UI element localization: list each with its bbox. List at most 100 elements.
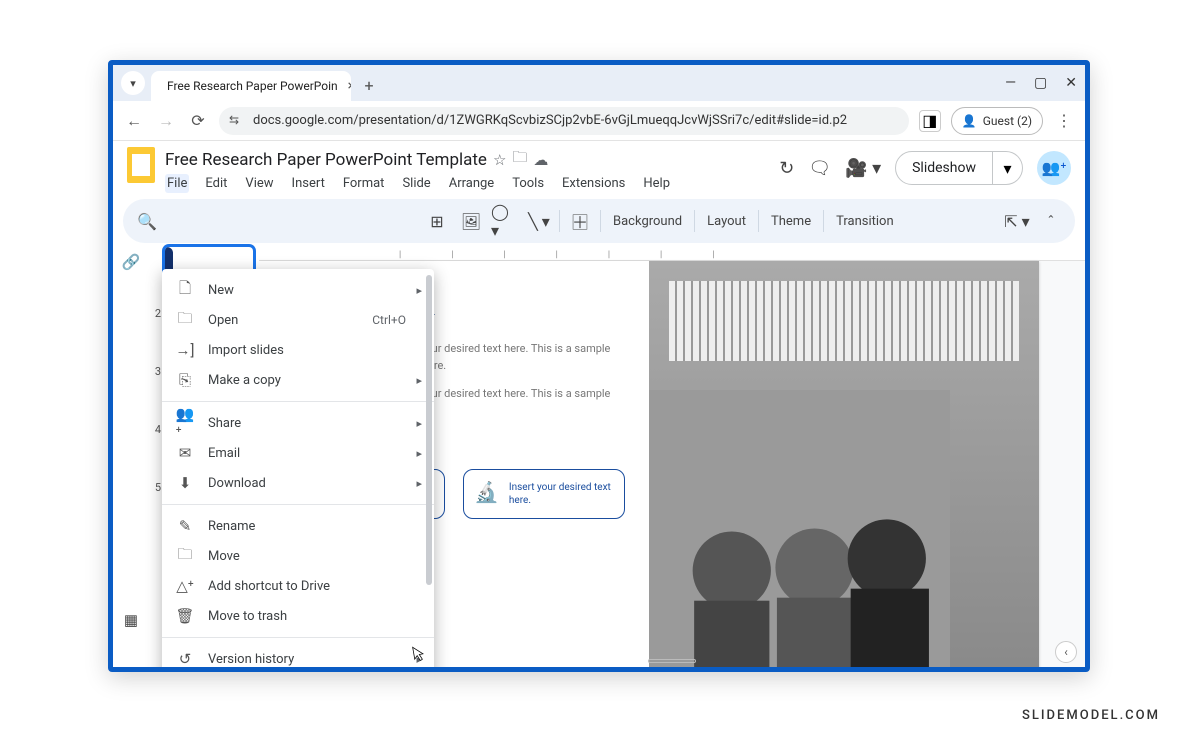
chrome-address-bar: ← → ⟳ ⇆ docs.google.com/presentation/d/1… bbox=[113, 101, 1085, 141]
star-icon[interactable]: ☆ bbox=[493, 151, 506, 169]
browser-tab[interactable]: Free Research Paper PowerPoin × bbox=[151, 71, 351, 101]
move-icon: 🗀 bbox=[176, 544, 194, 569]
chrome-menu-icon[interactable]: ⋮ bbox=[1053, 111, 1075, 130]
explore-button[interactable]: ‹ bbox=[1055, 641, 1077, 663]
shape-icon[interactable]: ◯ ▾ bbox=[491, 207, 519, 235]
slideshow-button[interactable]: Slideshow bbox=[895, 151, 993, 185]
watermark: SLIDEMODEL.COM bbox=[1022, 708, 1160, 723]
document-title[interactable]: Free Research Paper PowerPoint Template bbox=[165, 150, 487, 170]
google-slides-logo-icon[interactable] bbox=[127, 147, 155, 183]
slide-image-placeholder[interactable] bbox=[649, 261, 1039, 667]
share-icon: 👥⁺ bbox=[176, 405, 194, 441]
menu-item-import-slides[interactable]: →]Import slides bbox=[162, 335, 434, 365]
link-icon[interactable]: 🔗 bbox=[122, 253, 141, 271]
menu-edit[interactable]: Edit bbox=[203, 174, 229, 193]
site-info-icon[interactable]: ⇆ bbox=[229, 113, 245, 129]
editor-body: 🔗 ▦ 2 3 4 5 ||||||| Introduction This is… bbox=[113, 243, 1085, 667]
pointer-mode-icon[interactable]: ⇱ ▾ bbox=[1003, 207, 1031, 235]
menu-view[interactable]: View bbox=[243, 174, 275, 193]
menu-item-download[interactable]: ⬇Download▸ bbox=[162, 468, 434, 498]
new-tab-button[interactable]: + bbox=[357, 73, 381, 97]
tab-search-button[interactable]: ▾ bbox=[121, 71, 145, 95]
window-controls: — ▢ ✕ bbox=[1005, 65, 1077, 101]
menu-file[interactable]: File bbox=[165, 174, 189, 193]
menu-item-make-a-copy[interactable]: ⎘Make a copy▸ bbox=[162, 365, 434, 395]
menubar: File Edit View Insert Format Slide Arran… bbox=[165, 174, 769, 193]
menu-item-move[interactable]: 🗀Move bbox=[162, 541, 434, 571]
menu-item-share[interactable]: 👥⁺Share▸ bbox=[162, 408, 434, 438]
hide-menus-icon[interactable]: ˆ bbox=[1037, 207, 1065, 235]
insert-image-icon[interactable]: 🖼 bbox=[457, 207, 485, 235]
tab-close-icon[interactable]: × bbox=[348, 78, 351, 94]
drive-shortcut-icon: △⁺ bbox=[176, 577, 194, 595]
theme-button[interactable]: Theme bbox=[765, 214, 817, 229]
email-icon: ✉ bbox=[176, 444, 194, 462]
menu-item-email[interactable]: ✉Email▸ bbox=[162, 438, 434, 468]
download-icon: ⬇ bbox=[176, 474, 194, 492]
chevron-right-icon: ▸ bbox=[416, 374, 422, 387]
chevron-right-icon: ▸ bbox=[416, 284, 422, 297]
chrome-tabs-bar: ▾ Free Research Paper PowerPoin × + — ▢ … bbox=[113, 65, 1085, 101]
person-icon: 👤 bbox=[962, 114, 977, 128]
insert-comment-icon[interactable]: ＋⃞ bbox=[566, 207, 594, 235]
textbox-icon[interactable]: ⊞ bbox=[423, 207, 451, 235]
menu-item-add-shortcut[interactable]: △⁺Add shortcut to Drive bbox=[162, 571, 434, 601]
slideshow-dropdown[interactable]: ▾ bbox=[993, 151, 1023, 185]
url-input[interactable]: ⇆ docs.google.com/presentation/d/1ZWGRKq… bbox=[219, 107, 909, 135]
forward-icon[interactable]: → bbox=[155, 111, 177, 131]
callout-box[interactable]: 🔬 Insert your desired text here. bbox=[463, 469, 625, 519]
history-icon[interactable]: ↻ bbox=[779, 158, 794, 179]
minimize-icon[interactable]: — bbox=[1005, 75, 1016, 91]
menu-format[interactable]: Format bbox=[341, 174, 387, 193]
background-button[interactable]: Background bbox=[607, 214, 688, 229]
menu-item-move-to-trash[interactable]: 🗑Move to trash bbox=[162, 601, 434, 631]
layout-button[interactable]: Layout bbox=[701, 214, 752, 229]
horizontal-ruler: ||||||| bbox=[259, 243, 1085, 261]
comments-icon[interactable]: 🗨 bbox=[808, 158, 831, 179]
move-folder-icon[interactable]: 🗀 bbox=[512, 147, 527, 172]
file-new-icon: 🗋 bbox=[176, 278, 194, 303]
google-slides-app: Free Research Paper PowerPoint Template … bbox=[113, 141, 1085, 667]
cloud-status-icon[interactable]: ☁ bbox=[533, 151, 548, 169]
menu-item-new[interactable]: 🗋New▸ bbox=[162, 275, 434, 305]
menu-item-open[interactable]: 🗀OpenCtrl+O bbox=[162, 305, 434, 335]
side-panel-icon[interactable]: ◨ bbox=[919, 110, 941, 132]
transition-button[interactable]: Transition bbox=[830, 214, 900, 229]
browser-window: ▾ Free Research Paper PowerPoin × + — ▢ … bbox=[108, 60, 1090, 672]
folder-icon: 🗀 bbox=[176, 308, 194, 333]
menu-item-version-history[interactable]: ↺Version history▸ bbox=[162, 644, 434, 667]
grid-view-icon[interactable]: ▦ bbox=[124, 611, 138, 629]
people-photo-icon bbox=[649, 390, 950, 667]
chevron-right-icon: ▸ bbox=[416, 447, 422, 460]
copy-icon: ⎘ bbox=[176, 371, 194, 389]
speaker-notes-handle[interactable] bbox=[648, 659, 696, 663]
history-icon: ↺ bbox=[176, 650, 194, 667]
close-icon[interactable]: ✕ bbox=[1065, 75, 1077, 91]
reload-icon[interactable]: ⟳ bbox=[187, 111, 209, 130]
microscope-icon: 🔬 bbox=[474, 480, 499, 508]
menu-item-rename[interactable]: ✎Rename bbox=[162, 511, 434, 541]
chevron-right-icon: ▸ bbox=[416, 417, 422, 430]
back-icon[interactable]: ← bbox=[123, 111, 145, 131]
tab-title: Free Research Paper PowerPoin bbox=[167, 79, 338, 93]
menu-help[interactable]: Help bbox=[641, 174, 672, 193]
present-camera-icon[interactable]: 🎥 ▾ bbox=[845, 158, 881, 179]
share-button[interactable]: 👥⁺ bbox=[1037, 151, 1071, 185]
menu-tools[interactable]: Tools bbox=[510, 174, 546, 193]
url-text: docs.google.com/presentation/d/1ZWGRKqSc… bbox=[253, 113, 847, 128]
app-header: Free Research Paper PowerPoint Template … bbox=[113, 141, 1085, 193]
chevron-right-icon: ▸ bbox=[416, 477, 422, 490]
rename-icon: ✎ bbox=[176, 517, 194, 535]
menu-slide[interactable]: Slide bbox=[400, 174, 432, 193]
menu-arrange[interactable]: Arrange bbox=[447, 174, 496, 193]
line-icon[interactable]: ╲ ▾ bbox=[525, 207, 553, 235]
profile-chip[interactable]: 👤 Guest (2) bbox=[951, 107, 1043, 135]
trash-icon: 🗑 bbox=[176, 607, 194, 625]
maximize-icon[interactable]: ▢ bbox=[1034, 75, 1047, 91]
toolbar: 🔍 ⊞ 🖼 ◯ ▾ ╲ ▾ ＋⃞ Background Layout Theme… bbox=[123, 199, 1075, 243]
import-icon: →] bbox=[176, 341, 194, 359]
file-menu-dropdown: 🗋New▸ 🗀OpenCtrl+O →]Import slides ⎘Make … bbox=[162, 269, 434, 667]
search-menus-icon[interactable]: 🔍 bbox=[133, 207, 161, 235]
menu-insert[interactable]: Insert bbox=[290, 174, 327, 193]
menu-extensions[interactable]: Extensions bbox=[560, 174, 627, 193]
